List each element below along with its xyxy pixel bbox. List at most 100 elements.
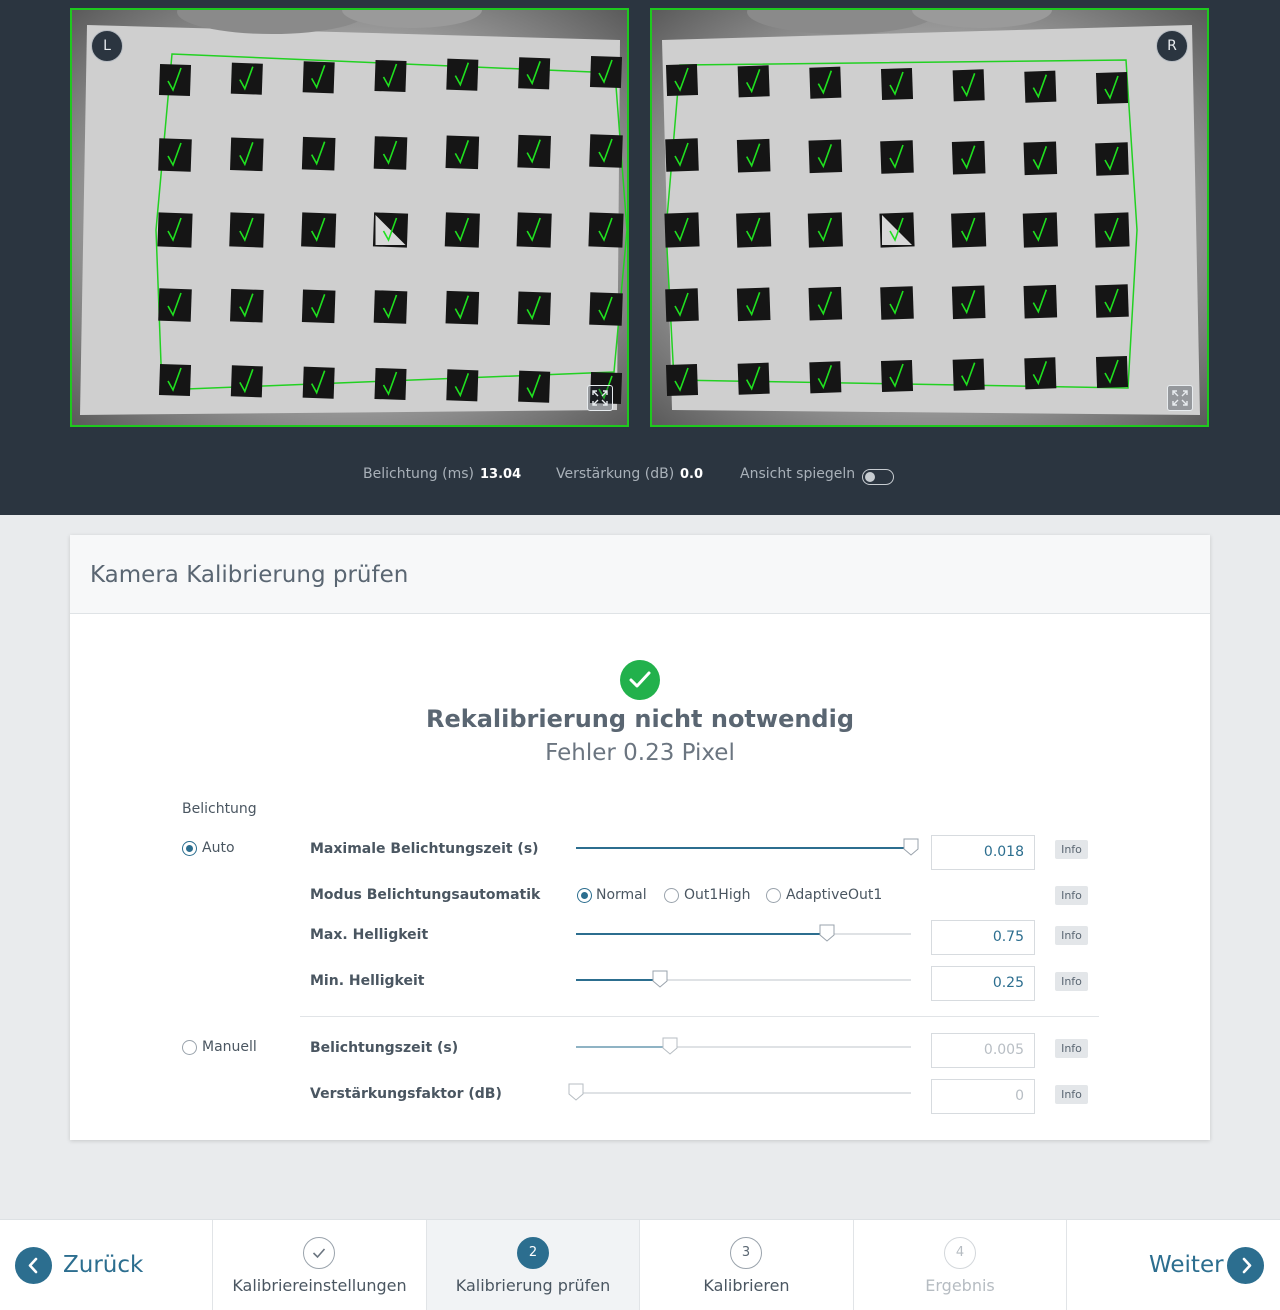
calibration-marker: [1095, 71, 1129, 105]
calibration-marker: [952, 69, 985, 102]
back-button[interactable]: Zurück: [0, 1220, 213, 1310]
max-brightness-info-button[interactable]: Info: [1055, 926, 1088, 945]
exposure-value: 13.04: [480, 467, 522, 482]
expand-icon: [592, 390, 608, 406]
exposure-time-slider[interactable]: [576, 1037, 911, 1055]
calibration-marker: [158, 363, 192, 397]
exposure-time-info-button[interactable]: Info: [1055, 1039, 1088, 1058]
mode-normal-radio[interactable]: [577, 888, 592, 903]
calibration-marker: [158, 63, 192, 97]
step-4-label: Ergebnis: [925, 1276, 995, 1295]
gain-factor-slider[interactable]: [568, 1083, 911, 1101]
hand-shape: [342, 10, 482, 28]
calibration-marker: [736, 138, 771, 173]
calibration-marker: [737, 65, 770, 98]
calibration-marker: [736, 212, 772, 248]
step-3[interactable]: 3 Kalibrieren: [640, 1220, 854, 1310]
fullscreen-right-button[interactable]: [1167, 385, 1193, 411]
calibration-marker: [1095, 355, 1129, 389]
max-brightness-slider[interactable]: [576, 924, 911, 942]
gain-value: 0.0: [680, 467, 704, 482]
calibration-marker: [230, 365, 263, 398]
panel-title: Kamera Kalibrierung prüfen: [90, 562, 409, 588]
step-2[interactable]: 2 Kalibrierung prüfen: [427, 1220, 640, 1310]
calibration-marker: [444, 212, 480, 248]
calibration-marker: [446, 58, 479, 91]
slider-thumb[interactable]: [652, 970, 668, 988]
gain-factor-info-button[interactable]: Info: [1055, 1085, 1088, 1104]
calibration-marker: [879, 212, 915, 248]
step-3-number: 3: [730, 1237, 762, 1269]
calibration-marker: [301, 212, 337, 248]
auto-radio[interactable]: [182, 841, 197, 856]
calibration-marker: [230, 288, 264, 323]
max-brightness-input[interactable]: 0.75: [931, 920, 1035, 955]
mode-out1high-radio[interactable]: [664, 888, 679, 903]
calibration-marker: [737, 362, 770, 395]
slider-thumb[interactable]: [568, 1083, 584, 1101]
calibration-marker: [445, 135, 480, 170]
next-button[interactable]: Weiter: [1067, 1220, 1280, 1310]
calibration-pattern-right: [662, 10, 1200, 415]
wizard-footer: Zurück Kalibriereinstellungen 2 Kalibrie…: [0, 1219, 1280, 1310]
camera-view-right[interactable]: R: [650, 8, 1209, 427]
calibration-marker: [880, 140, 914, 174]
step-4-number: 4: [944, 1237, 976, 1269]
status-title: Rekalibrierung nicht notwendig: [425, 705, 855, 733]
calibration-marker: [229, 212, 265, 248]
calibration-marker: [302, 366, 335, 399]
gain-factor-label: Verstärkungsfaktor (dB): [310, 1086, 502, 1102]
max-exposure-slider[interactable]: [576, 838, 919, 856]
fullscreen-left-button[interactable]: [587, 385, 613, 411]
exposure-mode-info-button[interactable]: Info: [1055, 886, 1088, 905]
step-1-check-icon: [303, 1237, 335, 1269]
min-brightness-info-button[interactable]: Info: [1055, 972, 1088, 991]
gain-label: Verstärkung (dB): [556, 466, 675, 482]
mode-out1high-label: Out1High: [684, 887, 751, 903]
exposure-time-input[interactable]: 0.005: [931, 1033, 1035, 1068]
calibration-marker: [952, 358, 985, 391]
calibration-marker: [589, 55, 623, 89]
step-3-label: Kalibrieren: [703, 1276, 790, 1295]
step-1-label: Kalibriereinstellungen: [232, 1276, 407, 1295]
hand-shape: [912, 10, 1052, 28]
hand-shape: [747, 10, 937, 34]
calibration-marker: [951, 140, 986, 175]
calibration-marker: [1094, 212, 1130, 248]
slider-thumb[interactable]: [662, 1037, 678, 1055]
mirror-view-toggle[interactable]: [862, 469, 894, 485]
slider-thumb[interactable]: [819, 924, 835, 942]
camera-view-left[interactable]: L: [70, 8, 629, 427]
manual-radio[interactable]: [182, 1040, 197, 1055]
exposure-mode-label: Modus Belichtungsautomatik: [310, 887, 541, 903]
auto-radio-label: Auto: [202, 840, 235, 856]
manual-radio-label: Manuell: [202, 1039, 257, 1055]
slider-thumb[interactable]: [903, 838, 919, 856]
next-label: Weiter: [1149, 1252, 1224, 1278]
max-exposure-input[interactable]: 0.018: [931, 835, 1035, 870]
calibration-marker: [665, 288, 699, 322]
step-4: 4 Ergebnis: [854, 1220, 1067, 1310]
chevron-left-icon: [15, 1247, 52, 1284]
calibration-marker: [516, 212, 552, 248]
back-label: Zurück: [63, 1252, 144, 1278]
min-brightness-slider[interactable]: [576, 970, 911, 988]
step-2-number: 2: [517, 1237, 549, 1269]
calibration-marker: [951, 212, 987, 248]
calibration-marker: [158, 288, 192, 322]
calibration-marker: [302, 61, 335, 94]
step-2-label: Kalibrierung prüfen: [455, 1276, 611, 1295]
expand-icon: [1172, 390, 1188, 406]
calibration-marker: [446, 369, 479, 402]
gain-factor-input[interactable]: 0: [931, 1079, 1035, 1114]
min-brightness-label: Min. Helligkeit: [310, 973, 425, 989]
min-brightness-input[interactable]: 0.25: [931, 966, 1035, 1001]
calibration-marker: [809, 361, 842, 394]
calibration-marker: [374, 367, 407, 401]
calibration-marker: [301, 289, 336, 324]
mode-adaptiveout1-radio[interactable]: [766, 888, 781, 903]
calibration-marker: [1095, 142, 1129, 176]
step-1[interactable]: Kalibriereinstellungen: [213, 1220, 427, 1310]
max-exposure-info-button[interactable]: Info: [1055, 840, 1088, 859]
calibration-marker: [665, 63, 699, 97]
